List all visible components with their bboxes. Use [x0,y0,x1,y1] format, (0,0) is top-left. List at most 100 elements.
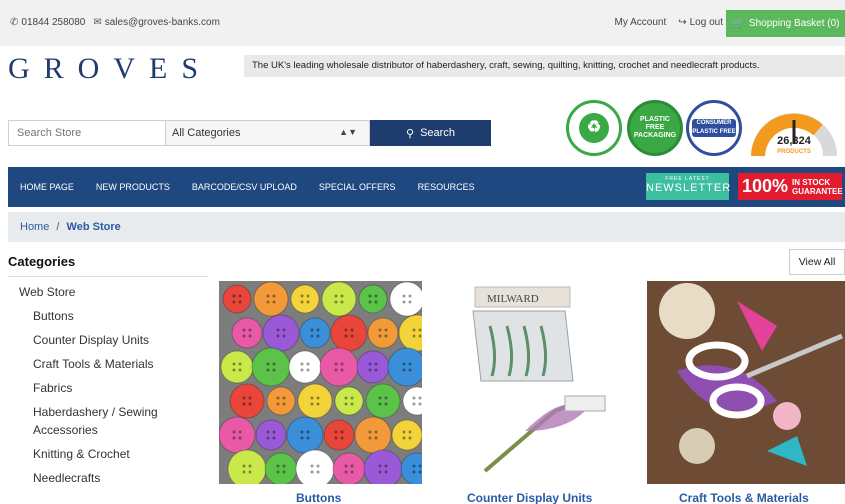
breadcrumb-current[interactable]: Web Store [67,221,121,233]
button-hole [306,436,310,440]
button-hole [334,436,338,440]
button-hole [408,368,412,372]
sidebar-item-craft-tools[interactable]: Craft Tools & Materials [33,355,213,373]
button-hole [368,294,372,298]
button-hole [408,430,412,434]
shopping-basket-button[interactable]: 🛒 Shopping Basket (0) [726,10,845,37]
button-hole [368,430,372,434]
in-stock-guarantee-banner[interactable]: 100% IN STOCK GUARANTEE [738,173,843,200]
button-hole [232,362,236,366]
button-hole [384,464,388,468]
button-hole [248,396,252,400]
sidebar-item-knitting-crochet[interactable]: Knitting & Crochet [33,445,213,463]
button-hole [374,362,378,366]
my-account-link[interactable]: My Account [615,17,667,28]
in-stock-text-line1: IN STOCK [792,177,831,187]
button-hole [384,328,388,332]
button-hole [418,328,422,332]
sidebar-item-counter-display-units[interactable]: Counter Display Units [33,331,213,349]
product-title-craft-tools[interactable]: Craft Tools & Materials [679,491,809,504]
button-hole [378,470,382,474]
sidebar-item-haberdashery[interactable]: Haberdashery / Sewing Accessories [33,403,213,439]
button-hole [300,430,304,434]
button-hole [334,368,338,372]
button-hole [384,396,388,400]
button-hole [418,396,422,400]
contact-info: ✆ 01844 258080 ✉ sales@groves-banks.com [10,17,220,28]
button-hole [378,464,382,468]
nav-resources[interactable]: RESOURCES [418,182,475,192]
button-shape [297,383,333,419]
email-link[interactable]: sales@groves-banks.com [105,17,220,28]
sidebar-item-fabrics[interactable]: Fabrics [33,379,213,397]
nav-home-page[interactable]: HOME PAGE [20,182,74,192]
button-hole [266,436,270,440]
counter-display-illustration: MILWARD [445,281,648,484]
button-hole [310,402,314,406]
button-hole [378,402,382,406]
newsletter-banner[interactable]: FREE LATEST NEWSLETTER [646,173,730,200]
button-hole [402,436,406,440]
button-shape [290,284,320,314]
button-shape [288,350,322,384]
button-hole [276,396,280,400]
button-hole [412,464,416,468]
search-button[interactable]: ⚲ Search [370,120,491,146]
product-image-craft-tools[interactable] [647,281,845,484]
product-count: 26,324 [777,135,811,147]
button-hole [300,368,304,372]
view-all-button[interactable]: View All [789,249,845,275]
product-image-counter-display[interactable]: MILWARD [445,281,648,484]
button-hole [232,430,236,434]
nav-new-products[interactable]: NEW PRODUCTS [96,182,170,192]
sidebar-item-needlecrafts[interactable]: Needlecrafts [33,469,213,487]
button-shape [266,386,296,416]
breadcrumb-separator: / [56,221,60,233]
button-hole [266,368,270,372]
button-hole [266,294,270,298]
search-input[interactable] [8,120,166,146]
recycle-icon: ♻ [579,113,609,143]
button-hole [340,436,344,440]
category-select[interactable]: All Categories ▲▼ [166,120,370,146]
button-hole [412,328,416,332]
search-bar: All Categories ▲▼ ⚲ Search [8,120,491,146]
button-hole [368,368,372,372]
button-hole [248,328,252,332]
account-links: My Account ↪ Log out [615,17,723,28]
logout-link[interactable]: Log out [690,17,723,28]
button-hole [310,396,314,400]
nav-special-offers[interactable]: SPECIAL OFFERS [319,182,396,192]
button-hole [282,328,286,332]
button-hole [368,300,372,304]
button-hole [276,402,280,406]
button-hole [272,294,276,298]
product-title-buttons[interactable]: Buttons [296,491,341,504]
button-hole [350,464,354,468]
button-hole [310,328,314,332]
sidebar-item-web-store[interactable]: Web Store [19,285,75,299]
button-hole [340,294,344,298]
button-shape [323,419,355,451]
button-hole [408,436,412,440]
phone-link[interactable]: 01844 258080 [21,17,85,28]
button-hole [316,396,320,400]
product-image-buttons[interactable] [219,281,422,484]
button-shape [219,416,256,454]
button-hole [238,362,242,366]
button-shape [354,416,392,454]
breadcrumb-home[interactable]: Home [20,221,49,233]
button-hole [412,334,416,338]
button-hole [344,402,348,406]
groves-logo[interactable]: GROVES [8,52,212,86]
button-hole [350,328,354,332]
in-stock-text-line2: GUARANTEE [792,186,843,196]
nav-barcode-upload[interactable]: BARCODE/CSV UPLOAD [192,182,297,192]
button-hole [310,464,314,468]
recycled-packaging-badge: ♻ [566,100,622,156]
button-hole [272,430,276,434]
sidebar-item-buttons[interactable]: Buttons [33,307,213,325]
product-title-counter-display[interactable]: Counter Display Units [467,491,592,504]
button-hole [378,334,382,338]
button-hole [408,362,412,366]
